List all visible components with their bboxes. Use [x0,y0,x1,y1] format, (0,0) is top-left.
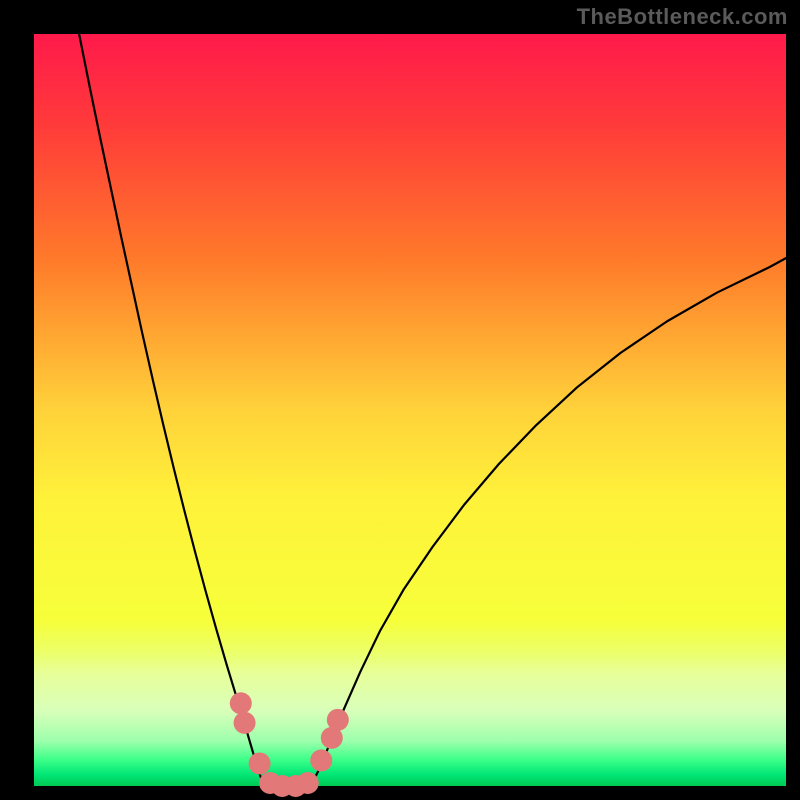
marker-dot [249,752,271,774]
marker-dot [297,772,319,794]
marker-dot [310,749,332,771]
attribution-label: TheBottleneck.com [577,4,788,30]
chart-stage: TheBottleneck.com [0,0,800,800]
marker-dot [230,692,252,714]
marker-dot [327,709,349,731]
chart-gradient-bg [34,34,786,786]
marker-dot [234,712,256,734]
bottleneck-chart [0,0,800,800]
